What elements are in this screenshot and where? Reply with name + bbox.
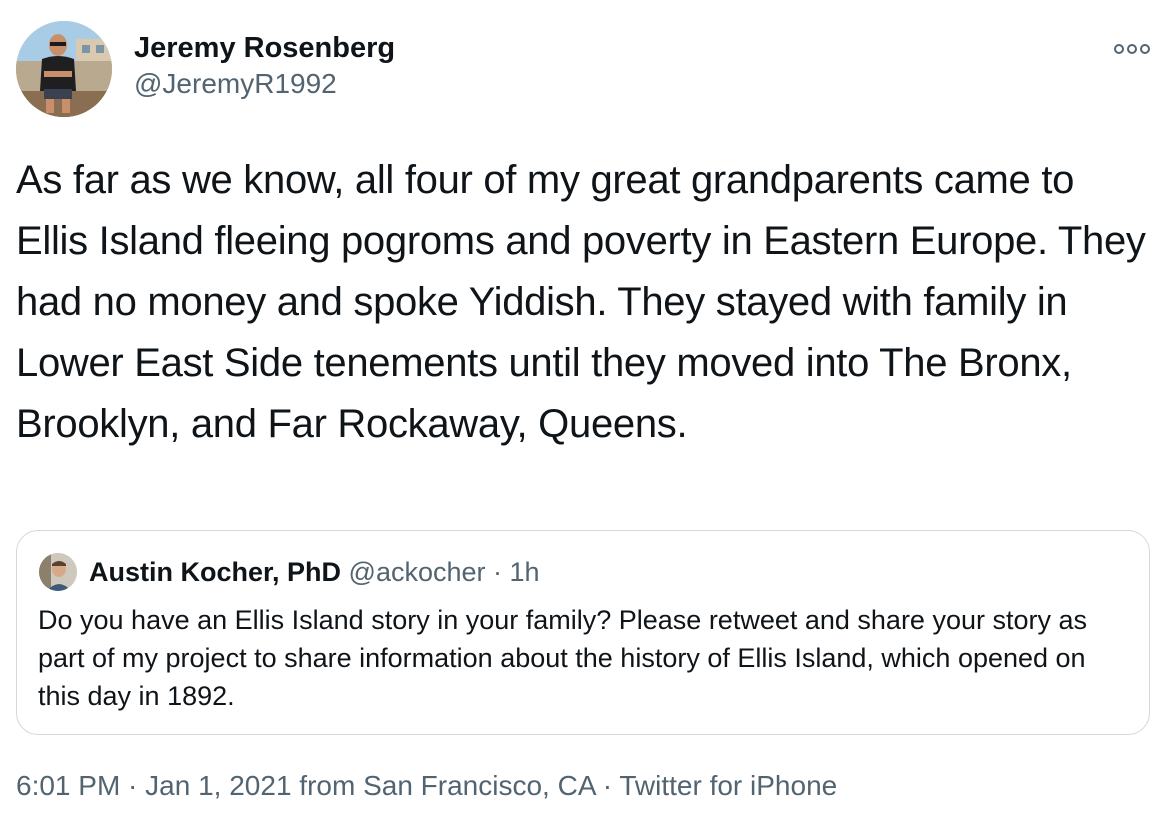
quoted-author-avatar[interactable] [39,553,77,591]
more-options-icon [1114,44,1150,54]
tweet-card: Jeremy Rosenberg @JeremyR1992 As far as … [0,0,1168,821]
tweet-footer: 6:01 PM · Jan 1, 2021 from San Francisco… [16,766,837,806]
author-avatar[interactable] [16,21,112,117]
footer-separator-2: · [594,770,620,801]
tweet-location[interactable]: San Francisco, CA [363,770,595,801]
quoted-tweet[interactable]: Austin Kocher, PhD @ackocher · 1h Do you… [16,530,1150,735]
author-name[interactable]: Jeremy Rosenberg [134,30,395,66]
location-prefix: from [291,770,364,801]
tweet-time[interactable]: 6:01 PM [16,770,120,801]
avatar-photo [16,21,112,117]
tweet-text: As far as we know, all four of my great … [16,158,1146,446]
quoted-author-name[interactable]: Austin Kocher, PhD [89,557,341,587]
tweet-source[interactable]: Twitter for iPhone [619,770,837,801]
tweet-date[interactable]: Jan 1, 2021 [145,770,291,801]
quoted-tweet-header: Austin Kocher, PhD @ackocher · 1h [89,553,540,591]
quoted-timestamp[interactable]: 1h [510,557,540,587]
quoted-author-handle[interactable]: @ackocher [349,557,486,587]
quoted-tweet-text: Do you have an Ellis Island story in you… [38,605,1088,711]
quoted-separator: · [485,557,510,587]
footer-separator: · [120,770,146,801]
author-handle[interactable]: @JeremyR1992 [134,66,395,102]
more-options-button[interactable] [1113,40,1151,58]
quoted-avatar-photo [39,553,77,591]
author-block: Jeremy Rosenberg @JeremyR1992 [134,30,395,102]
